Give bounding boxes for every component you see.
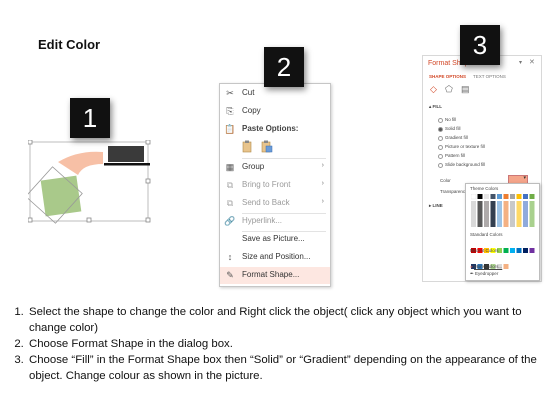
chevron-down-icon: ▾: [523, 175, 526, 181]
pane-dropdown-icon[interactable]: ▾: [519, 59, 522, 66]
step-badge-2-label: 2: [276, 52, 292, 82]
submenu-arrow-icon: ›: [321, 162, 324, 169]
menu-item-label: Paste Options:: [242, 124, 299, 133]
menu-item-size-and-position[interactable]: ↕ Size and Position...: [220, 249, 330, 266]
fill-option-label: Slide background fill: [445, 162, 486, 167]
tab-text-options[interactable]: TEXT OPTIONS: [473, 74, 506, 79]
theme-swatches: [470, 193, 535, 227]
paste-icon: 📋: [224, 124, 236, 134]
radio-no-fill[interactable]: [438, 118, 443, 123]
color-wheel-icon: ◕: [470, 264, 473, 269]
radio-gradient-fill[interactable]: [438, 136, 443, 141]
size-properties-icon[interactable]: ▤: [461, 84, 470, 95]
shape-illustration: [25, 139, 153, 225]
eyedropper-label: Eyedropper: [475, 271, 499, 276]
hyperlink-icon: 🔗: [224, 216, 236, 226]
instruction-step-2: Choose Format Shape in the dialog box.: [27, 336, 555, 352]
menu-item-label: Send to Back: [242, 198, 290, 207]
radio-pattern-fill[interactable]: [438, 154, 443, 159]
cut-icon: ✂: [226, 88, 234, 98]
tab-shape-options[interactable]: SHAPE OPTIONS: [429, 74, 466, 79]
menu-item-label: Cut: [242, 88, 255, 97]
menu-item-bring-to-front[interactable]: ⧉ Bring to Front ›: [220, 177, 330, 194]
eyedropper-icon: ✒: [470, 271, 474, 276]
fill-option-label: Solid fill: [445, 126, 461, 131]
fill-option-label: Gradient fill: [445, 135, 468, 140]
line-section-header: ▸ LINE: [429, 203, 443, 208]
paste-picture-icon[interactable]: [261, 140, 273, 153]
fill-option-label: No fill: [445, 117, 457, 122]
format-shape-icon: ✎: [226, 270, 234, 280]
menu-item-paste-options: 📋 Paste Options:: [220, 121, 330, 138]
menu-item-label: Group: [242, 162, 265, 171]
color-label: Color: [440, 178, 451, 183]
save-as-picture-icon: [224, 233, 236, 245]
transparency-label: Transparency: [440, 189, 468, 194]
fill-option-label: Picture or texture fill: [445, 144, 485, 149]
menu-item-save-as-picture[interactable]: Save as Picture...: [220, 231, 330, 248]
selected-shapes-graphic[interactable]: [25, 139, 153, 225]
step-badge-2: 2: [264, 47, 304, 87]
color-palette-dropdown: Theme Colors Standard Colors Recent Colo…: [465, 183, 540, 281]
menu-item-send-to-back[interactable]: ⧉ Send to Back ›: [220, 195, 330, 212]
context-menu: ✂ Cut ⎘ Copy 📋 Paste Options: ▦ Group › …: [219, 83, 331, 287]
paste-keep-formatting-icon[interactable]: [242, 140, 252, 153]
effects-icon[interactable]: ⬠: [445, 84, 453, 95]
menu-item-copy[interactable]: ⎘ Copy: [220, 103, 330, 120]
theme-color-grid[interactable]: [470, 193, 537, 227]
bring-to-front-icon: ⧉: [226, 180, 234, 190]
fill-header-label: FILL: [432, 104, 443, 109]
menu-item-cut[interactable]: ✂ Cut: [220, 85, 330, 102]
menu-item-label: Save as Picture...: [242, 234, 305, 243]
menu-item-format-shape[interactable]: ✎ Format Shape...: [220, 267, 330, 284]
eyedropper-item[interactable]: ✒ Eyedropper: [470, 271, 498, 277]
fill-option-label: Pattern fill: [445, 153, 466, 158]
recent-colors-label: Recent Colors: [470, 248, 499, 253]
step-badge-3: 3: [460, 25, 500, 65]
paste-option-buttons: [242, 140, 282, 159]
page-title: Edit Color: [38, 37, 101, 52]
more-colors-label: More Colors...: [473, 264, 503, 269]
fill-line-icon[interactable]: ◇: [430, 84, 437, 95]
send-to-back-icon: ⧉: [226, 198, 234, 208]
submenu-arrow-icon: ›: [321, 180, 324, 187]
menu-item-label: Size and Position...: [242, 252, 311, 261]
menu-item-label: Copy: [242, 106, 261, 115]
instruction-step-1: Select the shape to change the color and…: [27, 304, 555, 336]
instruction-step-3: Choose “Fill” in the Format Shape box th…: [27, 352, 555, 384]
step-badge-1-label: 1: [82, 103, 98, 133]
radio-picture-fill[interactable]: [438, 145, 443, 150]
group-icon: ▦: [225, 162, 235, 172]
close-icon[interactable]: ✕: [529, 58, 535, 66]
menu-item-group[interactable]: ▦ Group ›: [220, 159, 330, 176]
standard-colors-label: Standard Colors: [470, 232, 503, 237]
fill-section-header: ▴ FILL: [429, 104, 443, 109]
copy-icon: ⎘: [226, 106, 234, 116]
menu-item-hyperlink[interactable]: 🔗 Hyperlink...: [220, 213, 330, 230]
size-position-icon: ↕: [227, 252, 233, 262]
more-colors-item[interactable]: ◕ More Colors...: [470, 264, 502, 269]
menu-item-label: Format Shape...: [242, 270, 300, 279]
step-badge-1: 1: [70, 98, 110, 138]
theme-colors-label: Theme Colors: [470, 186, 499, 191]
radio-slide-background-fill[interactable]: [438, 163, 443, 168]
step-badge-3-label: 3: [472, 30, 488, 60]
submenu-arrow-icon: ›: [321, 198, 324, 205]
instructions-list: Select the shape to change the color and…: [10, 304, 555, 384]
menu-item-label: Bring to Front: [242, 180, 291, 189]
radio-solid-fill[interactable]: [438, 127, 443, 132]
line-header-label: LINE: [432, 203, 443, 208]
menu-item-label: Hyperlink...: [242, 216, 283, 225]
